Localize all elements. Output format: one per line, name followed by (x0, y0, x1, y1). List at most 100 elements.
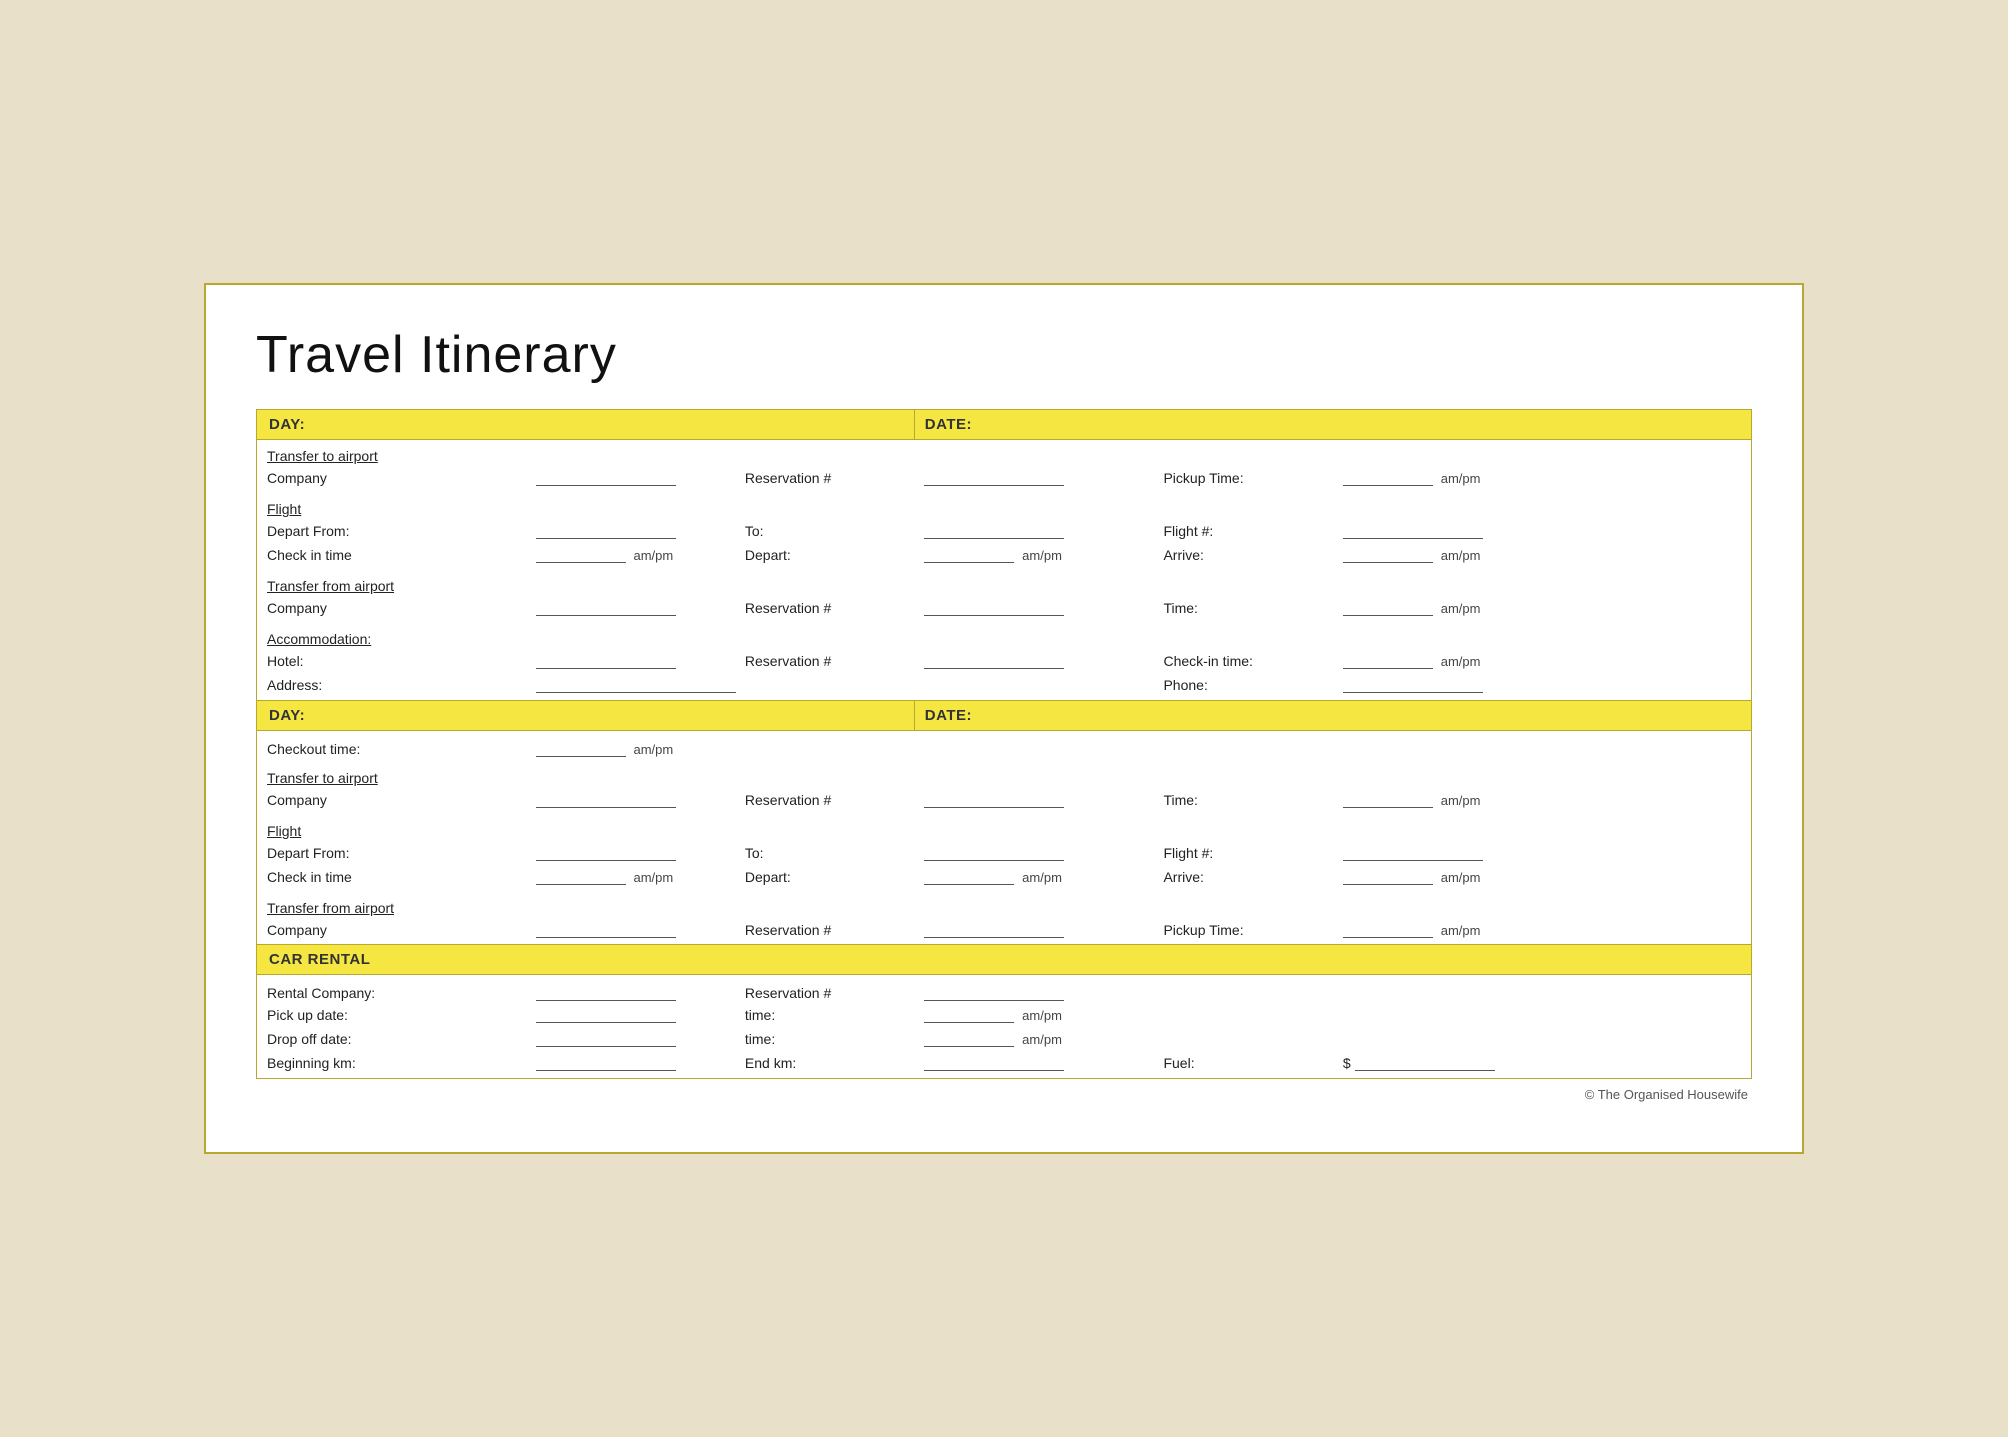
day1-tfa-reservation-label: Reservation # (745, 600, 831, 616)
page: Travel Itinerary DAY: DATE: Transfer to … (204, 283, 1804, 1154)
day2-tta-ampm: am/pm (1441, 793, 1481, 808)
day1-transfer-from-airport-row: Company Reservation # Time: am/pm (257, 595, 1752, 619)
dropoff-time-field[interactable] (924, 1029, 1014, 1047)
day2-depart-ampm: am/pm (1022, 870, 1062, 885)
day1-arrive-label: Arrive: (1163, 547, 1203, 563)
day1-flight-label: Flight (267, 501, 301, 517)
car-rental-row1: Rental Company: Reservation # (257, 975, 1752, 1003)
day1-tfa-time-label: Time: (1163, 600, 1197, 616)
day1-transfer-to-airport-row: Company Reservation # Pickup Time: am/pm (257, 465, 1752, 489)
day1-checkin-time-ampm: am/pm (1441, 654, 1481, 669)
day2-tfa-company-field[interactable] (536, 920, 676, 938)
day1-hotel-field[interactable] (536, 651, 676, 669)
car-rental-row2: Pick up date: time: am/pm (257, 1002, 1752, 1026)
day2-flight-row1: Depart From: To: Flight #: (257, 840, 1752, 864)
day1-accommodation-row1: Hotel: Reservation # Check-in time: am/p… (257, 648, 1752, 672)
day1-accom-reservation-label: Reservation # (745, 653, 831, 669)
fuel-dollar: $ (1343, 1055, 1351, 1071)
day1-checkin-field[interactable] (536, 545, 626, 563)
day2-transfer-to-airport-label-row: Transfer to airport (257, 762, 1752, 787)
day2-tta-reservation-label: Reservation # (745, 792, 831, 808)
day1-depart-from-label: Depart From: (267, 523, 349, 539)
day2-transfer-to-airport-label: Transfer to airport (267, 770, 378, 786)
day1-tfa-company-label: Company (267, 600, 327, 616)
day1-tfa-company-field[interactable] (536, 598, 676, 616)
day1-depart-from-field[interactable] (536, 521, 676, 539)
day2-tta-time-field[interactable] (1343, 790, 1433, 808)
day2-checkin-field[interactable] (536, 867, 626, 885)
day2-flight-label: Flight (267, 823, 301, 839)
day2-tta-company-label: Company (267, 792, 327, 808)
day1-address-field[interactable] (536, 675, 736, 693)
car-rental-label: CAR RENTAL (269, 951, 370, 968)
dropoff-date-label: Drop off date: (267, 1031, 352, 1047)
day1-header-row: DAY: DATE: (257, 410, 1752, 440)
day2-day-label: DAY: (269, 707, 305, 724)
day1-accom-reservation-field[interactable] (924, 651, 1064, 669)
day2-checkout-ampm: am/pm (633, 742, 673, 757)
day2-tfa-reservation-field[interactable] (924, 920, 1064, 938)
day2-flight-hash-label: Flight #: (1163, 845, 1213, 861)
day1-flight-hash-label: Flight #: (1163, 523, 1213, 539)
day1-reservation-label: Reservation # (745, 470, 831, 486)
day1-depart-field[interactable] (924, 545, 1014, 563)
day1-flight-row1: Depart From: To: Flight #: (257, 518, 1752, 542)
day1-reservation-field[interactable] (924, 468, 1064, 486)
day2-checkout-field[interactable] (536, 739, 626, 757)
pickup-time-field[interactable] (924, 1005, 1014, 1023)
day1-hotel-label: Hotel: (267, 653, 304, 669)
day1-depart-label: Depart: (745, 547, 791, 563)
end-km-label: End km: (745, 1055, 796, 1071)
day2-depart-from-field[interactable] (536, 843, 676, 861)
pickup-time-label: time: (745, 1007, 775, 1023)
day1-checkin-label: Check in time (267, 547, 352, 563)
day1-company-field[interactable] (536, 468, 676, 486)
day2-depart-from-label: Depart From: (267, 845, 349, 861)
day2-tfa-pickup-field[interactable] (1343, 920, 1433, 938)
day2-checkout-row: Checkout time: am/pm (257, 730, 1752, 758)
dropoff-date-field[interactable] (536, 1029, 676, 1047)
day2-arrive-field[interactable] (1343, 867, 1433, 885)
day1-checkin-time-label: Check-in time: (1163, 653, 1252, 669)
day2-to-label: To: (745, 845, 764, 861)
fuel-label: Fuel: (1163, 1055, 1194, 1071)
fuel-field[interactable] (1355, 1053, 1495, 1071)
day2-transfer-to-airport-row: Company Reservation # Time: am/pm (257, 787, 1752, 811)
rental-company-field[interactable] (536, 983, 676, 1001)
day1-transfer-to-airport-label-row: Transfer to airport (257, 440, 1752, 466)
rental-company-label: Rental Company: (267, 985, 375, 1001)
end-km-field[interactable] (924, 1053, 1064, 1071)
day2-transfer-from-airport-row: Company Reservation # Pickup Time: am/pm (257, 917, 1752, 941)
day2-tfa-company-label: Company (267, 922, 327, 938)
day2-transfer-from-airport-label: Transfer from airport (267, 900, 394, 916)
day2-tfa-pickup-label: Pickup Time: (1163, 922, 1243, 938)
day2-date-label: DATE: (925, 707, 972, 724)
day1-to-field[interactable] (924, 521, 1064, 539)
pickup-date-field[interactable] (536, 1005, 676, 1023)
day2-depart-field[interactable] (924, 867, 1014, 885)
copyright: © The Organised Housewife (256, 1079, 1752, 1102)
day1-tfa-time-field[interactable] (1343, 598, 1433, 616)
beginning-km-label: Beginning km: (267, 1055, 356, 1071)
day1-checkin-time-field[interactable] (1343, 651, 1433, 669)
day1-depart-ampm: am/pm (1022, 548, 1062, 563)
itinerary-table: DAY: DATE: Transfer to airport Company R… (256, 409, 1752, 1079)
day2-tta-reservation-field[interactable] (924, 790, 1064, 808)
day2-flight-hash-field[interactable] (1343, 843, 1483, 861)
day2-checkout-label: Checkout time: (267, 741, 360, 757)
page-title: Travel Itinerary (256, 325, 1752, 385)
day2-to-field[interactable] (924, 843, 1064, 861)
day1-accommodation-label-row: Accommodation: (257, 623, 1752, 648)
day1-phone-field[interactable] (1343, 675, 1483, 693)
beginning-km-field[interactable] (536, 1053, 676, 1071)
day1-arrive-field[interactable] (1343, 545, 1433, 563)
day1-company-label: Company (267, 470, 327, 486)
day2-tta-company-field[interactable] (536, 790, 676, 808)
day1-tfa-reservation-field[interactable] (924, 598, 1064, 616)
car-reservation-field[interactable] (924, 983, 1064, 1001)
day1-flight-hash-field[interactable] (1343, 521, 1483, 539)
day1-transfer-from-airport-label-row: Transfer from airport (257, 570, 1752, 595)
day1-pickup-time-field[interactable] (1343, 468, 1433, 486)
day1-address-label: Address: (267, 677, 322, 693)
dropoff-ampm: am/pm (1022, 1032, 1062, 1047)
